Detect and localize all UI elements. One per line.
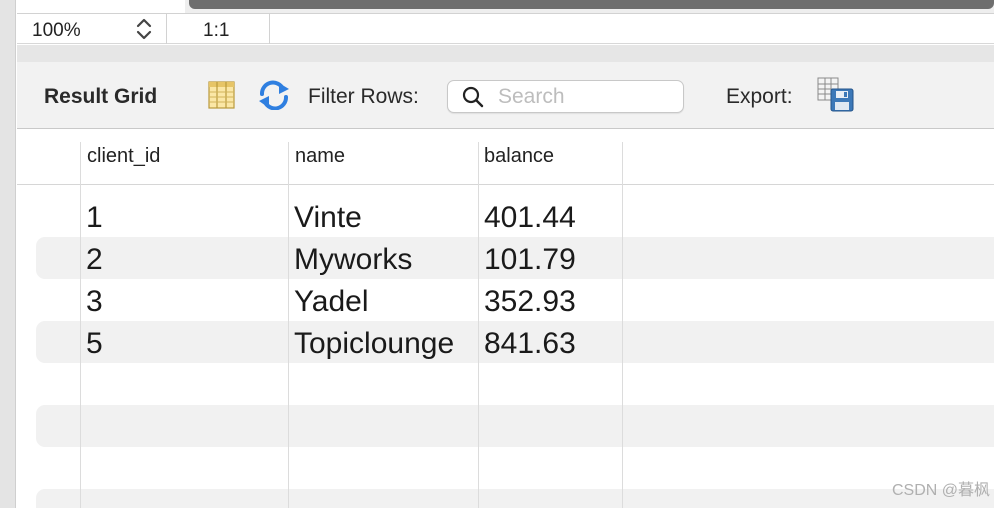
export-label: Export: [726,85,793,108]
zoom-value: 100% [32,20,81,41]
zoom-select[interactable]: 100% [17,14,167,44]
separator [17,45,994,62]
table-row[interactable]: 3 Yadel 352.93 [17,279,994,321]
window-left-edge [0,0,16,508]
watermark: CSDN @暮枫 [891,482,990,499]
table-row[interactable]: 2 Myworks 101.79 [17,237,994,279]
cell-balance[interactable]: 352.93 [484,285,576,319]
cell-client-id[interactable]: 2 [86,243,103,277]
horizontal-scrollbar-thumb[interactable] [189,0,994,9]
filter-search-input[interactable] [498,84,678,110]
column-header-balance[interactable]: balance [484,145,554,168]
result-grid-title: Result Grid [44,85,158,108]
refresh-icon[interactable] [257,80,291,110]
cell-name[interactable]: Yadel [294,285,369,319]
cell-balance[interactable]: 401.44 [484,201,576,235]
column-header-name[interactable]: name [295,145,345,168]
cell-balance[interactable]: 841.63 [484,327,576,361]
zoom-ratio-button[interactable]: 1:1 [168,14,270,44]
up-down-chevron-icon [136,18,152,40]
filter-search-box[interactable] [447,80,684,113]
result-grid: client_id name balance 1 Vinte 401.44 2 … [17,130,994,508]
column-divider [288,142,289,508]
zoom-bar: 100% 1:1 [17,0,994,44]
grid-header-row: client_id name balance [17,130,994,185]
column-divider [80,142,81,508]
search-icon [462,86,484,108]
row-stripe [36,489,994,508]
cell-name[interactable]: Vinte [294,201,362,235]
result-toolbar: Result Grid Filter Rows: Export: [17,62,994,129]
zoom-ratio-label: 1:1 [203,20,230,41]
export-icon[interactable] [817,77,855,113]
cell-client-id[interactable]: 3 [86,285,103,319]
column-header-client-id[interactable]: client_id [87,145,160,168]
cell-client-id[interactable]: 5 [86,327,103,361]
cell-name[interactable]: Myworks [294,243,412,277]
grid-view-icon[interactable] [208,81,235,109]
filter-rows-label: Filter Rows: [308,85,419,108]
cell-client-id[interactable]: 1 [86,201,103,235]
table-row[interactable]: 5 Topiclounge 841.63 [17,321,994,363]
column-divider [622,142,623,508]
row-stripe [36,405,994,447]
table-row[interactable]: 1 Vinte 401.44 [17,195,994,237]
cell-balance[interactable]: 101.79 [484,243,576,277]
cell-name[interactable]: Topiclounge [294,327,454,361]
column-divider [478,142,479,508]
